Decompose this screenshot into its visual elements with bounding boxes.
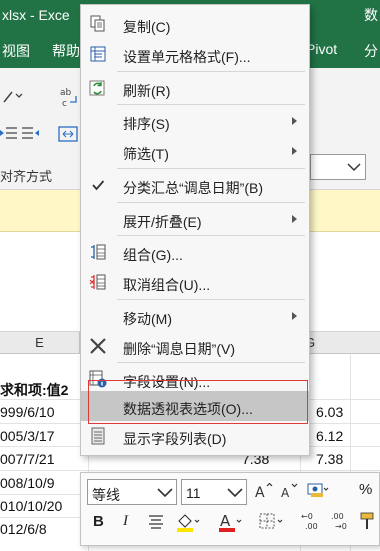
chevron-down-icon — [347, 163, 361, 172]
svg-text:A: A — [281, 486, 290, 499]
table-cell[interactable]: 007/7/21 — [0, 451, 55, 467]
menu-item-label: 复制(C) — [123, 19, 171, 35]
delete-x-icon — [89, 337, 107, 355]
bold-button[interactable]: B — [93, 513, 104, 530]
refresh-icon — [89, 79, 107, 97]
svg-text:.00: .00 — [305, 522, 318, 531]
menu-item-copy[interactable]: 复制(C) — [81, 9, 309, 39]
menu-item-format-cells[interactable]: 设置单元格格式(F)... — [81, 39, 309, 69]
field-list-icon — [89, 427, 107, 445]
grid-row-line — [0, 470, 380, 471]
percent-button[interactable]: % — [359, 481, 372, 498]
orientation-icon[interactable] — [2, 88, 26, 109]
menu-item-delete-field[interactable]: 删除“调息日期”(V) — [81, 331, 309, 361]
menu-separator — [117, 202, 305, 203]
decrease-font-size-icon[interactable]: A — [281, 483, 299, 503]
submenu-arrow-icon — [292, 147, 297, 155]
menu-item-label: 移动(M) — [123, 311, 172, 327]
tab-pivot[interactable]: Pivot — [306, 41, 337, 57]
svg-text:c: c — [62, 99, 67, 109]
menu-item-label: 展开/折叠(E) — [123, 214, 202, 230]
chevron-down-icon — [227, 488, 243, 498]
font-name-value: 等线 — [92, 487, 120, 503]
font-size-select[interactable]: 11 — [181, 479, 247, 505]
merge-center-icon[interactable] — [58, 126, 78, 145]
window-title: xlsx - Exce — [2, 7, 70, 23]
checkmark-icon — [89, 176, 107, 194]
svg-text:ab: ab — [60, 88, 72, 98]
menu-item-label: 显示字段列表(D) — [123, 431, 227, 447]
format-cells-icon — [89, 45, 107, 63]
svg-text:←0: ←0 — [301, 512, 313, 521]
menu-item-move[interactable]: 移动(M) — [81, 301, 309, 331]
accounting-format-icon[interactable] — [307, 481, 329, 503]
decrease-decimal-icon[interactable]: .00 →0 — [331, 511, 357, 535]
table-cell[interactable]: 005/3/17 — [0, 428, 55, 444]
font-color-icon[interactable]: A — [217, 511, 243, 537]
menu-item-sort[interactable]: 排序(S) — [81, 106, 309, 136]
table-cell[interactable]: 7.38 — [316, 451, 343, 467]
table-cell[interactable]: 010/10/20 — [0, 498, 62, 514]
table-cell[interactable]: 6.12 — [316, 428, 343, 444]
title-right-fragment: 数 — [364, 7, 378, 23]
borders-icon[interactable] — [259, 513, 285, 535]
fill-color-icon[interactable] — [175, 511, 201, 537]
alignment-group-label: 对齐方式 — [0, 169, 53, 184]
menu-item-expand-collapse[interactable]: 展开/折叠(E) — [81, 204, 309, 234]
menu-separator — [117, 362, 305, 363]
svg-text:A: A — [255, 485, 265, 499]
increase-font-size-icon[interactable]: A — [255, 482, 273, 503]
font-name-select[interactable]: 等线 — [87, 479, 177, 505]
tab-view[interactable]: 视图 — [2, 41, 30, 61]
menu-item-filter[interactable]: 筛选(T) — [81, 136, 309, 166]
menu-item-group[interactable]: 组合(G)... — [81, 237, 309, 267]
menu-separator — [117, 71, 305, 72]
group-icon — [89, 243, 107, 261]
menu-item-label: 刷新(R) — [123, 83, 171, 99]
column-header-e[interactable]: E — [0, 332, 80, 354]
align-center-icon[interactable] — [147, 515, 165, 533]
wrap-text-icon[interactable]: ab c — [58, 86, 80, 113]
table-cell[interactable]: 012/6/8 — [0, 521, 47, 537]
menu-separator — [117, 299, 305, 300]
submenu-arrow-icon — [292, 312, 297, 320]
submenu-arrow-icon — [292, 117, 297, 125]
menu-item-refresh[interactable]: 刷新(R) — [81, 73, 309, 103]
menu-item-label: 排序(S) — [123, 116, 170, 132]
submenu-arrow-icon — [292, 215, 297, 223]
font-size-value: 11 — [186, 485, 201, 501]
mini-toolbar: 等线 11 A A % B I A ←0.00 .00 →0 — [80, 472, 380, 546]
menu-separator — [117, 104, 305, 105]
tab-right[interactable]: 分 — [364, 41, 378, 61]
chevron-down-icon — [157, 488, 173, 498]
tab-help[interactable]: 帮助 — [52, 41, 80, 61]
increase-indent-icon[interactable] — [22, 126, 40, 143]
highlight-annotation-box — [88, 380, 308, 424]
menu-item-label: 组合(G)... — [123, 247, 183, 263]
font-color-letter: A — [220, 512, 231, 530]
number-format-dropdown[interactable] — [310, 154, 366, 180]
ungroup-icon — [89, 273, 107, 291]
pivot-value-header[interactable]: 求和项:值2 — [0, 380, 68, 400]
menu-item-label: 分类汇总“调息日期”(B) — [123, 180, 263, 196]
italic-button[interactable]: I — [123, 513, 128, 530]
increase-decimal-icon[interactable]: ←0.00 — [301, 511, 327, 535]
menu-separator — [117, 168, 305, 169]
decrease-indent-icon[interactable] — [0, 126, 18, 143]
copy-icon — [89, 15, 107, 33]
format-painter-icon[interactable] — [359, 511, 377, 535]
svg-text:.00: .00 — [331, 512, 344, 521]
menu-item-label: 删除“调息日期”(V) — [123, 341, 235, 357]
menu-item-label: 取消组合(U)... — [123, 277, 211, 293]
menu-item-label: 设置单元格格式(F)... — [123, 49, 251, 65]
menu-separator — [117, 235, 305, 236]
table-cell[interactable]: 6.03 — [316, 404, 343, 420]
table-cell[interactable]: 008/10/9 — [0, 475, 55, 491]
menu-item-show-field-list[interactable]: 显示字段列表(D) — [81, 421, 309, 451]
menu-item-ungroup[interactable]: 取消组合(U)... — [81, 267, 309, 297]
table-cell[interactable]: 999/6/10 — [0, 404, 55, 420]
menu-item-subtotal[interactable]: 分类汇总“调息日期”(B) — [81, 170, 309, 200]
svg-text:→0: →0 — [335, 522, 347, 531]
menu-item-label: 筛选(T) — [123, 146, 169, 162]
